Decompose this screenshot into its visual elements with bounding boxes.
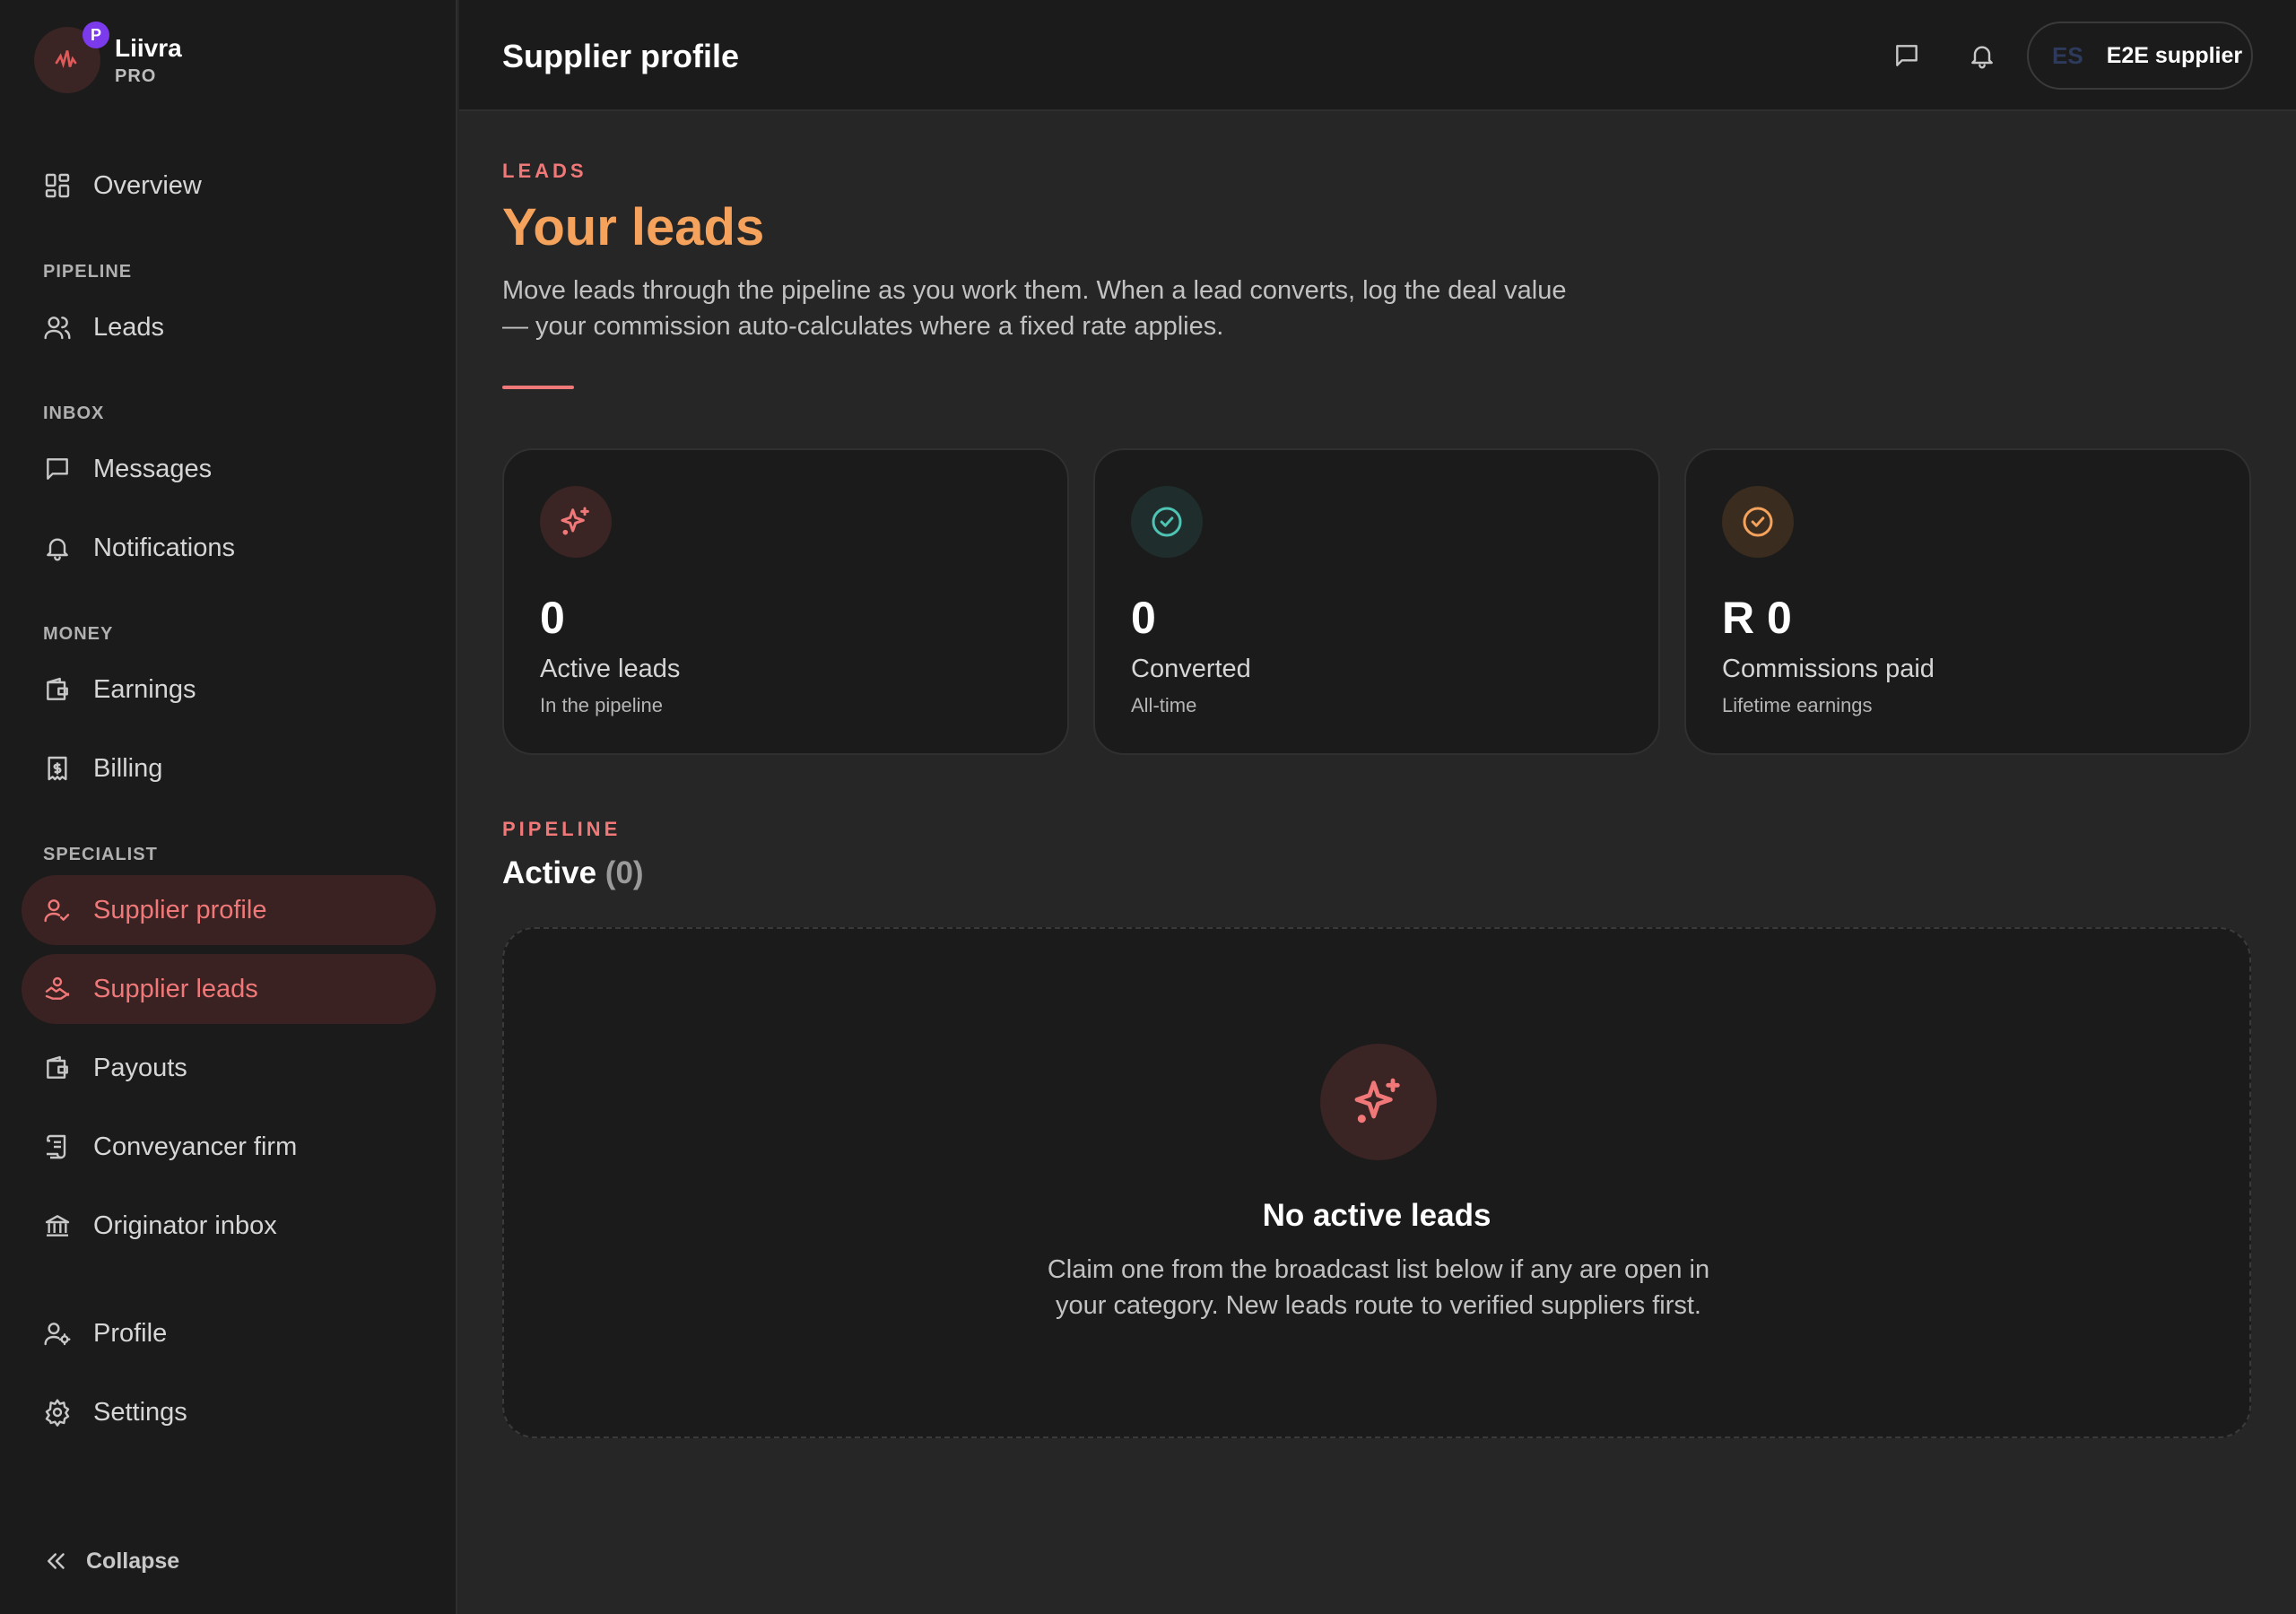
stat-card-commissions-paid: R 0 Commissions paid Lifetime earnings bbox=[1684, 448, 2251, 755]
nav-section-inbox: INBOX bbox=[43, 404, 105, 423]
sidebar: P Liivra PRO Overview PIPELINE Leads INB… bbox=[0, 0, 457, 1614]
stat-card-active-leads: 0 Active leads In the pipeline bbox=[502, 448, 1069, 755]
nav-section-pipeline: PIPELINE bbox=[43, 262, 133, 282]
stat-label: Converted bbox=[1131, 655, 1251, 683]
sidebar-item-billing[interactable]: Billing bbox=[22, 733, 436, 803]
gear-icon bbox=[45, 1399, 70, 1427]
check-circle-icon bbox=[1152, 507, 1182, 537]
stat-sublabel: All-time bbox=[1131, 694, 1197, 716]
page-title: Supplier profile bbox=[502, 38, 740, 74]
stat-value: 0 bbox=[1131, 593, 1156, 643]
user-name: E2E supplier bbox=[2106, 42, 2243, 68]
sidebar-item-label: Leads bbox=[93, 312, 165, 342]
nav-section-specialist: SPECIALIST bbox=[43, 845, 158, 864]
sidebar-item-leads[interactable]: Leads bbox=[22, 292, 436, 362]
sidebar-item-label: Supplier leads bbox=[93, 974, 258, 1003]
sparkle-icon bbox=[1354, 1078, 1400, 1124]
accent-divider bbox=[502, 386, 574, 389]
stat-label: Commissions paid bbox=[1722, 655, 1935, 683]
bank-icon bbox=[45, 1215, 70, 1237]
sidebar-item-supplier-profile[interactable]: Supplier profile bbox=[22, 875, 436, 945]
sidebar-item-label: Originator inbox bbox=[93, 1210, 277, 1240]
stat-icon-wrap bbox=[1131, 486, 1203, 558]
brand-name: Liivra bbox=[115, 33, 182, 62]
scroll-icon bbox=[47, 1134, 66, 1159]
sidebar-item-label: Billing bbox=[93, 753, 163, 783]
hero-title: Your leads bbox=[502, 198, 765, 256]
pipeline-eyebrow: PIPELINE bbox=[502, 818, 622, 840]
brand-tier: PRO bbox=[115, 65, 157, 86]
stat-label: Active leads bbox=[540, 655, 681, 683]
empty-icon-wrap bbox=[1320, 1044, 1437, 1160]
chevrons-left-icon bbox=[48, 1553, 65, 1569]
check-circle-icon bbox=[1743, 507, 1773, 537]
empty-state-panel: No active leads Claim one from the broad… bbox=[502, 927, 2251, 1438]
empty-state-description: Claim one from the broadcast list below … bbox=[1047, 1255, 1710, 1320]
empty-state-title: No active leads bbox=[1262, 1198, 1492, 1233]
sidebar-item-label: Notifications bbox=[93, 533, 235, 562]
collapse-label: Collapse bbox=[86, 1548, 180, 1574]
wallet-icon bbox=[47, 1055, 68, 1079]
user-check-icon bbox=[44, 899, 70, 923]
section-title-text: Active bbox=[502, 855, 597, 890]
stat-value: 0 bbox=[540, 593, 565, 643]
sidebar-item-payouts[interactable]: Payouts bbox=[22, 1033, 436, 1103]
message-icon bbox=[1896, 45, 1918, 66]
logo-mark-icon bbox=[55, 50, 77, 68]
stat-sublabel: In the pipeline bbox=[540, 694, 663, 716]
sidebar-item-messages[interactable]: Messages bbox=[22, 434, 436, 504]
sidebar-item-label: Payouts bbox=[93, 1053, 187, 1082]
collapse-button[interactable]: Collapse bbox=[43, 1548, 179, 1575]
sidebar-item-label: Overview bbox=[93, 170, 202, 200]
bell-icon bbox=[47, 538, 68, 561]
logo: P bbox=[34, 22, 109, 93]
sidebar-item-settings[interactable]: Settings bbox=[22, 1377, 436, 1447]
sidebar-item-conveyancer-firm[interactable]: Conveyancer firm bbox=[22, 1112, 436, 1182]
message-icon bbox=[47, 458, 68, 480]
user-menu-button[interactable]: ES E2E supplier bbox=[2027, 22, 2253, 90]
stat-icon-wrap bbox=[1722, 486, 1794, 558]
sidebar-item-label: Conveyancer firm bbox=[93, 1132, 298, 1161]
stat-icon-wrap bbox=[540, 486, 612, 558]
brand[interactable]: P Liivra PRO bbox=[34, 22, 182, 93]
messages-button[interactable] bbox=[1885, 34, 1928, 77]
bell-icon bbox=[1971, 46, 1993, 69]
wallet-icon bbox=[47, 677, 68, 700]
leads-eyebrow: LEADS bbox=[502, 160, 587, 182]
users-icon bbox=[44, 317, 71, 340]
top-bar: Supplier profile ES E2E supplier bbox=[459, 0, 2296, 111]
sidebar-item-label: Messages bbox=[93, 454, 213, 483]
notifications-button[interactable] bbox=[1961, 34, 2004, 77]
user-gear-icon bbox=[44, 1323, 71, 1346]
sidebar-item-notifications[interactable]: Notifications bbox=[22, 513, 436, 583]
stat-value: R 0 bbox=[1722, 593, 1792, 643]
receipt-icon bbox=[48, 756, 67, 781]
sidebar-item-supplier-leads[interactable]: Supplier leads bbox=[22, 954, 436, 1024]
stat-sublabel: Lifetime earnings bbox=[1722, 694, 1873, 716]
sidebar-item-label: Profile bbox=[93, 1318, 168, 1348]
avatar: ES bbox=[2052, 41, 2083, 69]
sidebar-item-overview[interactable]: Overview bbox=[22, 151, 436, 221]
sparkle-icon bbox=[561, 507, 589, 535]
section-title: Active (0) bbox=[502, 855, 644, 891]
sidebar-item-label: Settings bbox=[93, 1397, 187, 1427]
sidebar-item-profile[interactable]: Profile bbox=[22, 1298, 436, 1368]
sidebar-item-label: Earnings bbox=[93, 674, 196, 704]
grid-icon bbox=[45, 173, 70, 198]
section-count: (0) bbox=[604, 855, 644, 890]
plan-badge: P bbox=[83, 22, 109, 48]
hero-description: Move leads through the pipeline as you w… bbox=[502, 276, 1567, 341]
sidebar-item-earnings[interactable]: Earnings bbox=[22, 655, 436, 725]
sidebar-item-originator-inbox[interactable]: Originator inbox bbox=[22, 1191, 436, 1261]
stat-card-converted: 0 Converted All-time bbox=[1093, 448, 1660, 755]
nav-section-money: MONEY bbox=[43, 624, 114, 644]
handshake-icon bbox=[45, 976, 70, 1000]
sidebar-item-label: Supplier profile bbox=[93, 895, 267, 924]
